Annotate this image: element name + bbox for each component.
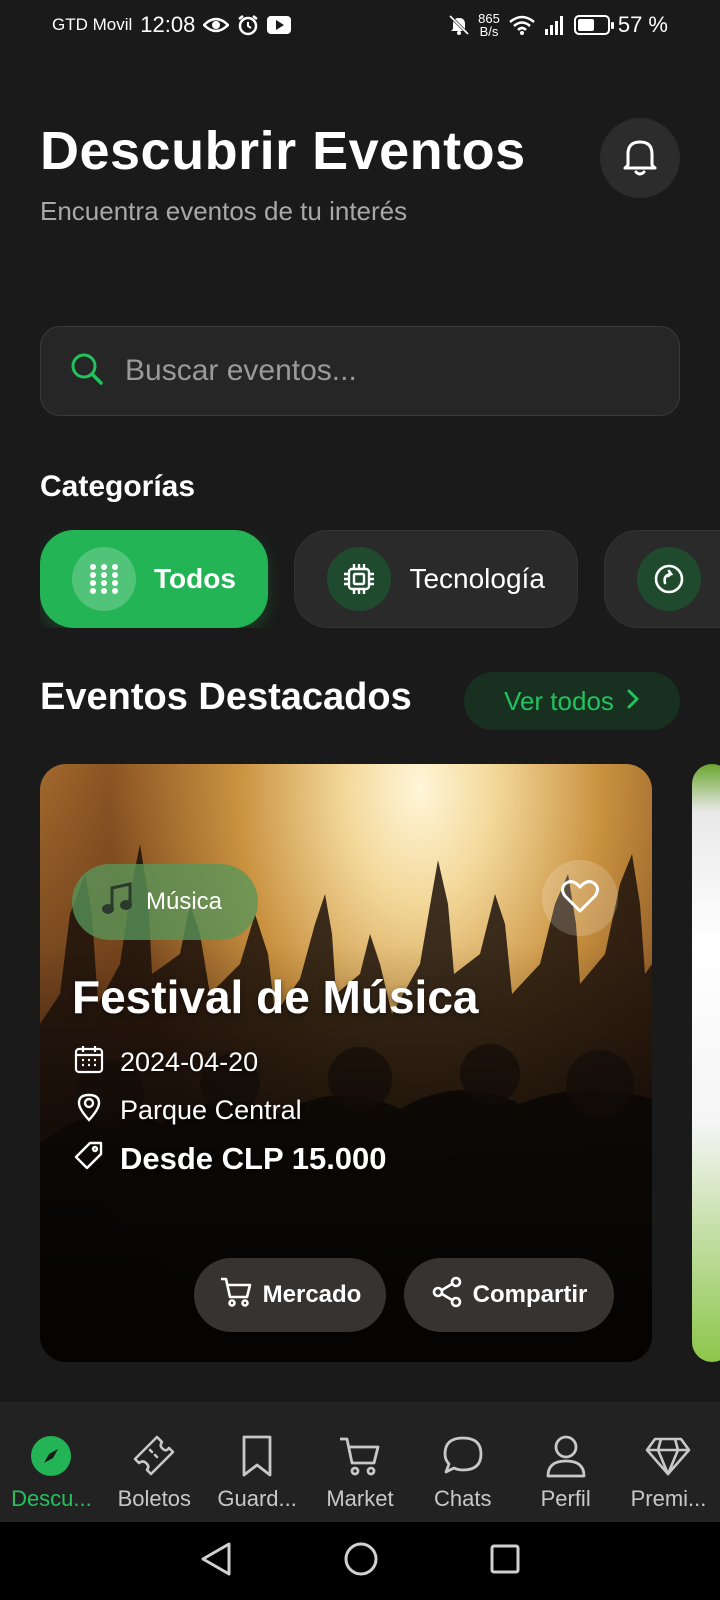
event-location: Parque Central (120, 1095, 302, 1125)
nav-label: Market (326, 1486, 394, 1511)
event-location-row: Parque Central (74, 1092, 302, 1129)
compass-icon (30, 1432, 72, 1480)
network-speed-unit: B/s (479, 24, 499, 39)
wifi-icon (508, 14, 536, 36)
bell-icon (620, 135, 660, 182)
refresh-icon (637, 547, 702, 611)
featured-heading: Eventos Destacados (40, 676, 412, 718)
event-price: Desde CLP 15.000 (120, 1140, 387, 1176)
clock: 12:08 (140, 12, 196, 37)
battery-icon (573, 15, 614, 35)
event-category-badge: Música (72, 864, 258, 940)
youtube-icon (267, 16, 292, 34)
alarm-icon (237, 14, 259, 36)
nav-label: Perfil (540, 1486, 591, 1511)
status-bar: GTD Movil 12:08 865 B/s 57 % (0, 0, 720, 50)
nav-item-premium[interactable]: Premi... (618, 1432, 718, 1512)
bookmark-icon (240, 1432, 274, 1480)
event-price-row: Desde CLP 15.000 (74, 1140, 387, 1177)
system-navigation-bar (0, 1522, 720, 1600)
location-pin-icon (74, 1092, 104, 1129)
market-button[interactable]: Mercado (194, 1258, 386, 1332)
price-tag-icon (74, 1140, 104, 1177)
category-label: Todos (154, 563, 236, 594)
notifications-button[interactable] (600, 118, 680, 198)
nav-item-perfil[interactable]: Perfil (516, 1432, 616, 1512)
chevron-right-icon (626, 686, 640, 717)
user-icon (545, 1432, 587, 1480)
battery-level (577, 19, 594, 31)
bottom-navigation: Descu... Boletos Guard... Market Chats P… (0, 1402, 720, 1522)
nav-label: Guard... (217, 1486, 297, 1511)
category-chip-tecnologia[interactable]: Tecnología (294, 530, 578, 628)
nav-label: Premi... (630, 1486, 707, 1511)
eye-icon (203, 16, 230, 34)
grid-icon (72, 547, 136, 611)
category-label: Tecnología (409, 563, 545, 594)
mute-icon (448, 14, 470, 36)
nav-label: Chats (434, 1486, 492, 1511)
next-event-card[interactable] (692, 764, 720, 1362)
carrier-name: GTD Movil (52, 15, 133, 34)
ticket-icon (131, 1432, 177, 1480)
favorite-button[interactable] (542, 860, 618, 936)
category-list: Todos Tecnología (40, 530, 720, 628)
nav-item-boletos[interactable]: Boletos (104, 1432, 204, 1512)
search-icon (69, 351, 105, 392)
nav-label: Descu... (11, 1486, 92, 1511)
featured-event-card[interactable]: Música Festival de Música 2024-04-20 Par… (40, 764, 652, 1362)
category-chip-next[interactable] (604, 530, 720, 628)
nav-item-chats[interactable]: Chats (413, 1432, 513, 1512)
music-note-icon (100, 881, 134, 923)
categories-heading: Categorías (40, 470, 196, 503)
page-header: Descubrir Eventos Encuentra eventos de t… (40, 120, 680, 227)
heart-icon (560, 878, 600, 919)
cart-icon (219, 1276, 253, 1315)
recents-icon[interactable] (489, 1543, 521, 1580)
page-subtitle: Encuentra eventos de tu interés (40, 196, 408, 226)
nav-item-descubrir[interactable]: Descu... (1, 1432, 101, 1512)
share-button-label: Compartir (472, 1281, 588, 1308)
nav-label: Boletos (117, 1486, 191, 1511)
view-all-label: Ver todos (504, 685, 614, 716)
page-title: Descubrir Eventos (40, 121, 526, 181)
cart-icon (338, 1432, 382, 1480)
event-date: 2024-04-20 (120, 1047, 259, 1077)
home-icon[interactable] (343, 1541, 379, 1582)
event-title: Festival de Música (72, 971, 479, 1023)
nav-item-market[interactable]: Market (310, 1432, 410, 1512)
diamond-icon (645, 1432, 691, 1480)
back-icon[interactable] (199, 1541, 233, 1582)
category-chip-todos[interactable]: Todos (40, 530, 268, 628)
share-icon (431, 1276, 463, 1315)
view-all-button[interactable]: Ver todos (464, 672, 680, 730)
share-button[interactable]: Compartir (404, 1258, 614, 1332)
chip-icon (327, 547, 392, 611)
network-speed: 865 B/s (478, 12, 500, 38)
nav-item-guardados[interactable]: Guard... (207, 1432, 307, 1512)
search-bar[interactable] (40, 326, 680, 416)
market-button-label: Mercado (262, 1281, 362, 1308)
signal-icon (544, 15, 566, 35)
event-category-label: Música (146, 888, 223, 915)
battery-percent: 57 % (617, 12, 668, 37)
search-input[interactable] (125, 354, 651, 388)
chat-icon (441, 1432, 485, 1480)
event-date-row: 2024-04-20 (74, 1044, 258, 1081)
calendar-icon (74, 1044, 104, 1081)
